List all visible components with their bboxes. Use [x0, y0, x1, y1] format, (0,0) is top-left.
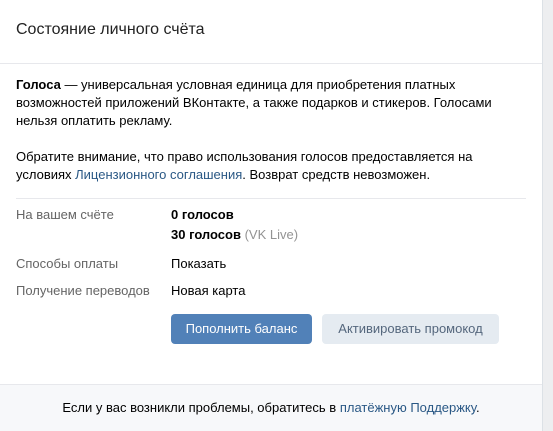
votes-definition: — универсальная условная единица для при… [16, 77, 492, 128]
top-up-balance-button[interactable]: Пополнить баланс [171, 314, 312, 344]
balance-label: На вашем счёте [16, 207, 114, 222]
votes-description: Голоса — универсальная условная единица … [16, 76, 526, 130]
payment-methods-label: Способы оплаты [16, 256, 119, 271]
activate-promo-code-button[interactable]: Активировать промокод [322, 314, 499, 344]
footer-text-after: . [475, 400, 480, 415]
support-footer: Если у вас возникли проблемы, обратитесь… [0, 384, 542, 431]
account-status-card: Состояние личного счёта Голоса — универс… [0, 0, 543, 431]
footer-text-before: Если у вас возникли проблемы, обратитесь… [62, 400, 340, 415]
license-notice: Обратите внимание, что право использован… [16, 148, 526, 184]
votes-term: Голоса [16, 77, 61, 92]
license-notice-after: . Возврат средств невозможен. [242, 167, 431, 182]
vk-live-note: (VK Live) [244, 227, 299, 242]
vk-live-balance: 30 голосов (VK Live) [171, 227, 298, 242]
transfers-label: Получение переводов [16, 283, 150, 298]
account-details: На вашем счёте 0 голосов 30 голосов (VK … [0, 199, 542, 369]
info-section: Голоса — универсальная условная единица … [0, 64, 542, 184]
payment-support-link[interactable]: платёжную Поддержку [340, 400, 476, 415]
vk-live-value: 30 голосов [171, 227, 241, 242]
balance-value: 0 голосов [171, 207, 234, 222]
page-title: Состояние личного счёта [0, 0, 542, 64]
license-agreement-link[interactable]: Лицензионного соглашения [75, 167, 242, 182]
show-payment-methods-link[interactable]: Показать [171, 256, 226, 271]
new-card-link[interactable]: Новая карта [171, 283, 245, 298]
